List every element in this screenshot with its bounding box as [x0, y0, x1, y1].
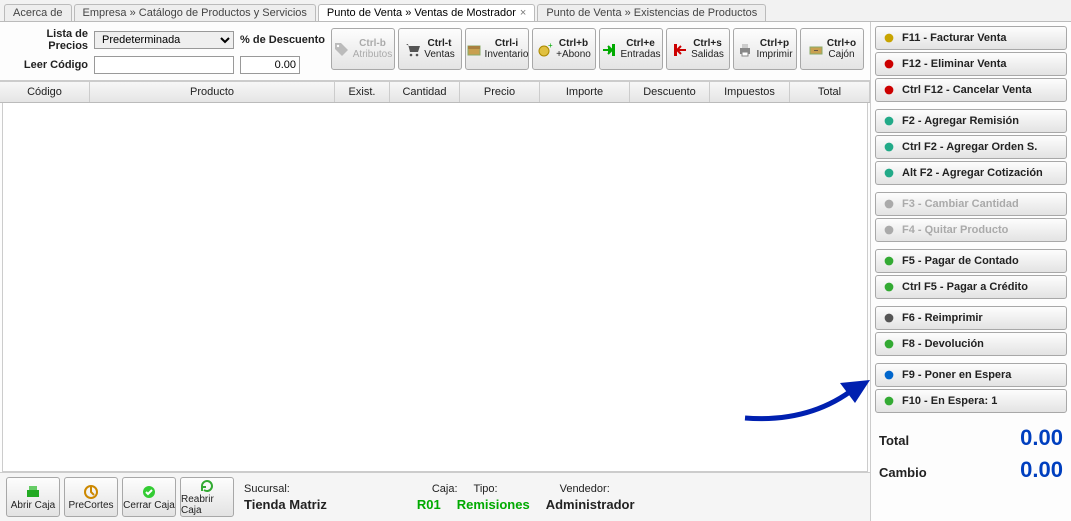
descuento-label: % de Descuento: [240, 34, 325, 46]
action-f11-facturar-venta[interactable]: F11 - Facturar Venta: [875, 26, 1067, 50]
printer-icon: [737, 42, 753, 58]
bottom-precortes[interactable]: PreCortes: [64, 477, 118, 517]
cancel-icon: [882, 83, 896, 97]
reprint-icon: [882, 311, 896, 325]
bottom-bar: Abrir CajaPreCortesCerrar CajaReabrir Ca…: [0, 472, 870, 521]
vendedor-value: Administrador: [546, 497, 635, 512]
action-panel: F11 - Facturar VentaF12 - Eliminar Venta…: [871, 22, 1071, 521]
bottom-abrir-caja[interactable]: Abrir Caja: [6, 477, 60, 517]
sucursal-value: Tienda Matriz: [244, 497, 327, 512]
lista-precios-select[interactable]: Predeterminada: [94, 31, 234, 49]
leer-codigo-label: Leer Código: [6, 59, 88, 71]
tab-ventas-mostrador[interactable]: Punto de Venta » Ventas de Mostrador ×: [318, 4, 535, 21]
out-icon: [672, 42, 688, 58]
tab-catalogo[interactable]: Empresa » Catálogo de Productos y Servic…: [74, 4, 316, 21]
invoice-icon: [882, 31, 896, 45]
cart-icon: [405, 42, 421, 58]
shortcut-imprimir[interactable]: Ctrl+pImprimir: [733, 28, 797, 70]
column-header[interactable]: Cantidad: [390, 82, 460, 102]
shortcut--abono[interactable]: +Ctrl+b+Abono: [532, 28, 596, 70]
shortcut-salidas[interactable]: Ctrl+sSalidas: [666, 28, 730, 70]
tipo-value: Remisiones: [457, 497, 530, 512]
waiting-icon: [882, 394, 896, 408]
cambio-label: Cambio: [879, 465, 927, 480]
close-icon[interactable]: ×: [520, 7, 526, 19]
shortcut-caj-n[interactable]: Ctrl+oCajón: [800, 28, 864, 70]
hold-icon: [882, 368, 896, 382]
sucursal-label: Sucursal:: [244, 483, 290, 495]
return-icon: [882, 337, 896, 351]
vendedor-label: Vendedor:: [560, 483, 610, 495]
grid-body[interactable]: [2, 103, 868, 472]
action-f9-poner-en-espera[interactable]: F9 - Poner en Espera: [875, 363, 1067, 387]
toolbar: Lista de Precios Predeterminada % de Des…: [0, 22, 870, 81]
bottom-cerrar-caja[interactable]: Cerrar Caja: [122, 477, 176, 517]
add-order-icon: [882, 140, 896, 154]
shortcut-ventas[interactable]: Ctrl-tVentas: [398, 28, 462, 70]
lista-precios-label: Lista de Precios: [6, 28, 88, 52]
qty-icon: [882, 197, 896, 211]
caja-value: R01: [417, 497, 441, 512]
column-header[interactable]: Importe: [540, 82, 630, 102]
action-f10-en-espera-1[interactable]: F10 - En Espera: 1: [875, 389, 1067, 413]
precut-icon: [83, 484, 99, 500]
reopen-register-icon: [199, 478, 215, 494]
coin-plus-icon: +: [537, 42, 553, 58]
action-f8-devoluci-n[interactable]: F8 - Devolución: [875, 332, 1067, 356]
total-value: 0.00: [1020, 425, 1063, 451]
column-header[interactable]: Exist.: [335, 82, 390, 102]
cash-icon: [882, 254, 896, 268]
action-f5-pagar-de-contado[interactable]: F5 - Pagar de Contado: [875, 249, 1067, 273]
delete-icon: [882, 57, 896, 71]
svg-text:+: +: [548, 42, 553, 50]
action-f12-eliminar-venta[interactable]: F12 - Eliminar Venta: [875, 52, 1067, 76]
tag-icon: [334, 42, 350, 58]
action-alt-f2-agregar-cotizaci-n[interactable]: Alt F2 - Agregar Cotización: [875, 161, 1067, 185]
shortcut-inventario[interactable]: Ctrl-iInventario: [465, 28, 529, 70]
shortcut-entradas[interactable]: Ctrl+eEntradas: [599, 28, 663, 70]
action-f2-agregar-remisi-n[interactable]: F2 - Agregar Remisión: [875, 109, 1067, 133]
tab-acerca-de[interactable]: Acerca de: [4, 4, 72, 21]
bottom-reabrir-caja[interactable]: Reabrir Caja: [180, 477, 234, 517]
tab-existencias[interactable]: Punto de Venta » Existencias de Producto…: [537, 4, 766, 21]
add-quote-icon: [882, 166, 896, 180]
cambio-value: 0.00: [1020, 457, 1063, 483]
descuento-input[interactable]: [240, 56, 300, 74]
column-header[interactable]: Código: [0, 82, 90, 102]
tab-bar: Acerca de Empresa » Catálogo de Producto…: [0, 0, 1071, 22]
leer-codigo-input[interactable]: [94, 56, 234, 74]
action-ctrl-f5-pagar-a-cr-dito[interactable]: Ctrl F5 - Pagar a Crédito: [875, 275, 1067, 299]
action-f3-cambiar-cantidad: F3 - Cambiar Cantidad: [875, 192, 1067, 216]
shortcut-atributos: Ctrl-bAtributos: [331, 28, 395, 70]
in-icon: [601, 42, 617, 58]
action-ctrl-f2-agregar-orden-s-[interactable]: Ctrl F2 - Agregar Orden S.: [875, 135, 1067, 159]
column-header[interactable]: Descuento: [630, 82, 710, 102]
action-ctrl-f12-cancelar-venta[interactable]: Ctrl F12 - Cancelar Venta: [875, 78, 1067, 102]
column-header[interactable]: Producto: [90, 82, 335, 102]
add-remision-icon: [882, 114, 896, 128]
column-header[interactable]: Total: [790, 82, 870, 102]
grid-header: CódigoProductoExist.CantidadPrecioImport…: [0, 82, 870, 103]
open-register-icon: [25, 484, 41, 500]
column-header[interactable]: Impuestos: [710, 82, 790, 102]
column-header[interactable]: Precio: [460, 82, 540, 102]
credit-icon: [882, 280, 896, 294]
action-f4-quitar-producto: F4 - Quitar Producto: [875, 218, 1067, 242]
remove-icon: [882, 223, 896, 237]
drawer-icon: [808, 42, 824, 58]
tipo-label: Tipo:: [474, 483, 498, 495]
box-icon: [466, 42, 482, 58]
total-label: Total: [879, 433, 909, 448]
caja-label: Caja:: [432, 483, 458, 495]
action-f6-reimprimir[interactable]: F6 - Reimprimir: [875, 306, 1067, 330]
shortcut-bar: Ctrl-bAtributosCtrl-tVentasCtrl-iInventa…: [331, 28, 864, 70]
close-register-icon: [141, 484, 157, 500]
